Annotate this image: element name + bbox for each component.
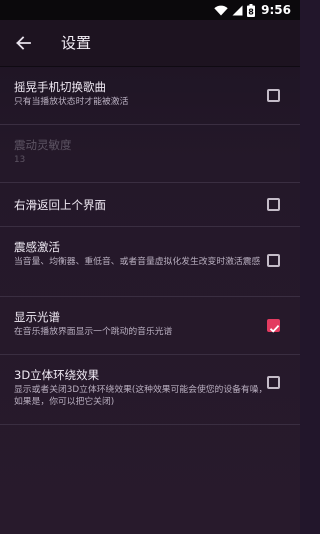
show-spectrum-checkbox[interactable]	[267, 319, 280, 333]
setting-subtitle: 在音乐播放界面显示一个跳动的音乐光谱	[14, 327, 173, 337]
battery-level: 8	[248, 7, 254, 16]
vibration-activation-checkbox[interactable]	[267, 254, 280, 267]
signal-icon	[232, 5, 243, 16]
setting-subtitle: 当音量、均衡器、重低音、或者音量虚拟化发生改变时激活震感	[14, 257, 261, 267]
status-time: 9:56	[261, 3, 291, 17]
setting-title: 显示光谱	[14, 310, 60, 324]
setting-vibration-sensitivity: 震动灵敏度 13	[0, 125, 300, 183]
setting-shake-to-switch[interactable]: 摇晃手机切换歌曲 只有当播放状态时才能被激活	[0, 67, 300, 125]
setting-swipe-back[interactable]: 右滑返回上个界面	[0, 183, 300, 227]
setting-title: 3D立体环绕效果	[14, 368, 100, 382]
setting-show-spectrum[interactable]: 显示光谱 在音乐播放界面显示一个跳动的音乐光谱	[0, 297, 300, 355]
settings-screen: 8 9:56 设置 摇晃手机切换歌曲 只有当播放状态时才能被激活 震动灵敏度 1…	[0, 0, 300, 534]
status-bar: 8 9:56	[0, 0, 300, 20]
setting-title: 摇晃手机切换歌曲	[14, 80, 106, 94]
page-title: 设置	[61, 34, 92, 52]
setting-value: 13	[14, 155, 26, 165]
wifi-icon	[214, 5, 228, 16]
toolbar: 设置	[0, 20, 300, 67]
check-icon	[268, 320, 281, 339]
setting-vibration-activation[interactable]: 震感激活 当音量、均衡器、重低音、或者音量虚拟化发生改变时激活震感	[0, 227, 300, 297]
settings-list: 摇晃手机切换歌曲 只有当播放状态时才能被激活 震动灵敏度 13 右滑返回上个界面…	[0, 67, 300, 425]
back-button[interactable]	[8, 28, 38, 58]
setting-subtitle: 显示或者关闭3D立体环绕效果(这种效果可能会使您的设备有噪，如果是，你可以把它关…	[14, 385, 268, 407]
3d-surround-checkbox[interactable]	[267, 376, 280, 389]
swipe-back-checkbox[interactable]	[267, 198, 280, 211]
shake-to-switch-checkbox[interactable]	[267, 89, 280, 102]
setting-subtitle: 只有当播放状态时才能被激活	[14, 97, 129, 107]
setting-title: 右滑返回上个界面	[14, 198, 106, 212]
setting-title: 震动灵敏度	[14, 138, 72, 152]
setting-3d-surround[interactable]: 3D立体环绕效果 显示或者关闭3D立体环绕效果(这种效果可能会使您的设备有噪，如…	[0, 355, 300, 425]
battery-icon: 8	[247, 3, 256, 17]
arrow-left-icon	[15, 35, 31, 51]
setting-title: 震感激活	[14, 240, 60, 254]
status-icons: 8 9:56	[214, 2, 291, 18]
